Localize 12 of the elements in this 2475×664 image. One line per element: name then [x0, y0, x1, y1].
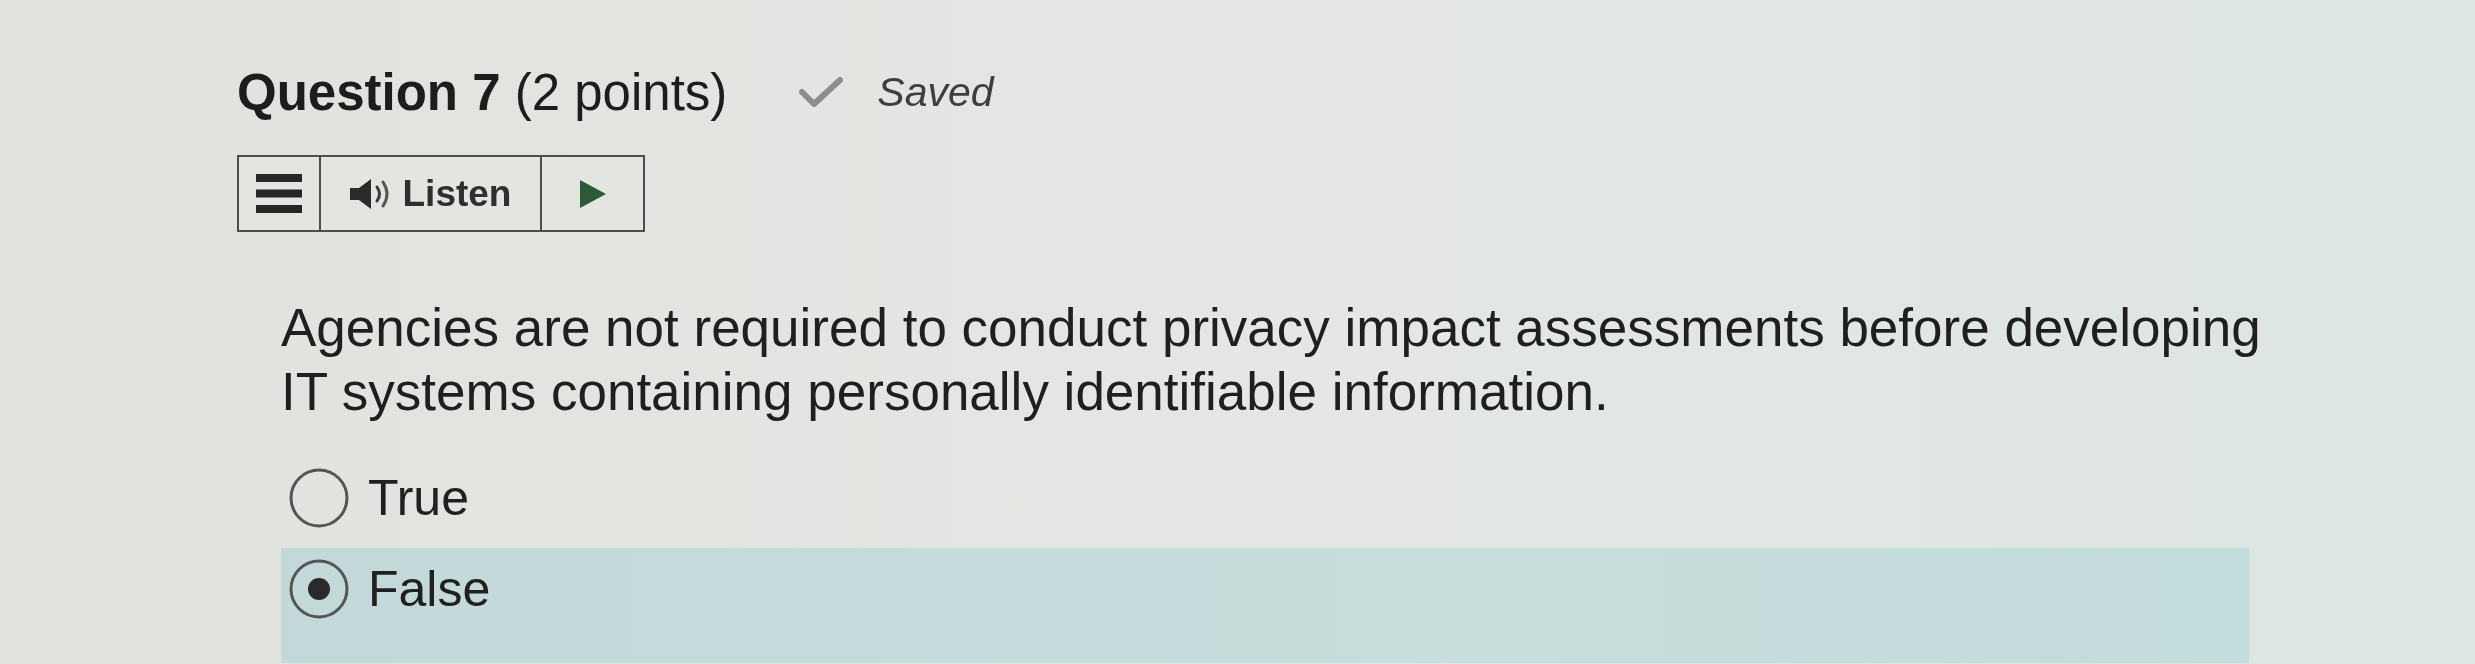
saved-status: Saved: [877, 68, 994, 116]
listen-button[interactable]: Listen: [319, 157, 540, 230]
question-text: Agencies are not required to conduct privacy impact assessments before developing IT systems containing personally identifiable information.: [281, 297, 2261, 423]
speaker-icon: [349, 178, 391, 209]
play-icon: [579, 179, 606, 208]
question-title: Question 7 (2 points): [237, 62, 728, 122]
radio-button[interactable]: [289, 559, 349, 619]
menu-icon: [256, 174, 302, 213]
answer-option[interactable]: False: [281, 548, 2249, 663]
answer-option[interactable]: True: [281, 458, 477, 538]
radio-button[interactable]: [289, 468, 349, 528]
checkmark-icon: [799, 77, 844, 107]
